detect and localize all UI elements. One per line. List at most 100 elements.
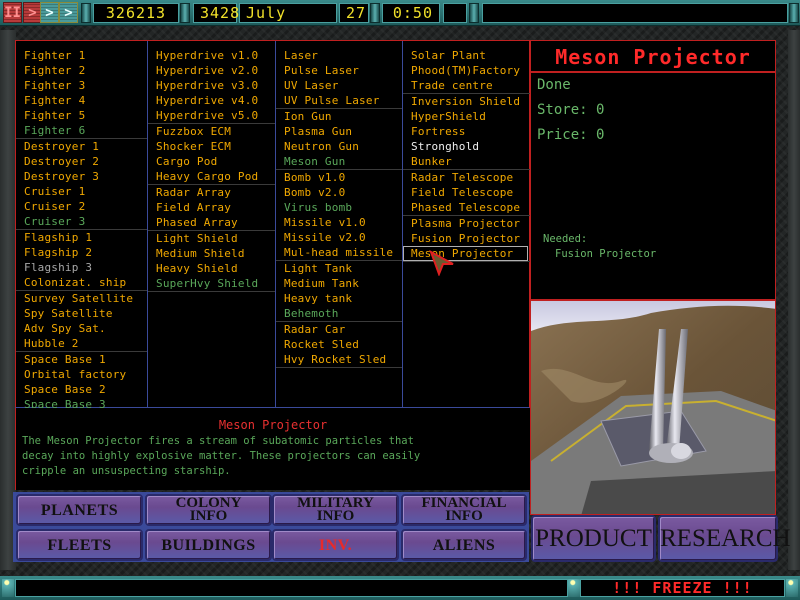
list-item[interactable]: Cruiser 2	[16, 199, 147, 214]
fast-forward-button[interactable]: >	[40, 2, 59, 23]
list-item[interactable]: Neutron Gun	[276, 139, 402, 154]
list-item[interactable]: Light Tank	[276, 261, 402, 276]
list-item[interactable]: Light Shield	[148, 231, 275, 246]
freeze-indicator: !!! FREEZE !!!	[580, 579, 785, 597]
colony-info-button[interactable]: COLONY INFO	[145, 494, 272, 526]
list-item[interactable]: Pulse Laser	[276, 63, 402, 78]
list-item[interactable]: Heavy Cargo Pod	[148, 169, 275, 184]
list-item[interactable]: Fusion Projector	[403, 231, 530, 246]
list-item[interactable]: Colonizat. ship	[16, 275, 147, 290]
list-item[interactable]: Radar Array	[148, 185, 275, 200]
separator	[81, 3, 91, 23]
list-item[interactable]: Rocket Sled	[276, 337, 402, 352]
list-item[interactable]: Bomb v2.0	[276, 185, 402, 200]
list-item[interactable]: Fighter 2	[16, 63, 147, 78]
list-item[interactable]: Cargo Pod	[148, 154, 275, 169]
list-item[interactable]: Space Base 1	[16, 352, 147, 367]
list-item[interactable]: Hyperdrive v1.0	[148, 48, 275, 63]
list-item[interactable]: Cruiser 1	[16, 184, 147, 199]
financial-info-button[interactable]: FINANCIAL INFO	[401, 494, 527, 526]
list-item[interactable]: Inversion Shield	[403, 94, 530, 109]
meson-projector-image	[531, 301, 775, 514]
list-item[interactable]: Meson Gun	[276, 154, 402, 169]
list-item[interactable]: Laser	[276, 48, 402, 63]
list-item[interactable]: Medium Tank	[276, 276, 402, 291]
list-item[interactable]: Flagship 1	[16, 230, 147, 245]
list-item[interactable]: Fighter 3	[16, 78, 147, 93]
list-item[interactable]: HyperShield	[403, 109, 530, 124]
planets-button[interactable]: PLANETS	[16, 494, 143, 526]
list-item[interactable]: Space Base 2	[16, 382, 147, 397]
list-item[interactable]: Solar Plant	[403, 48, 530, 63]
list-item[interactable]: Destroyer 1	[16, 139, 147, 154]
list-item[interactable]: Medium Shield	[148, 246, 275, 261]
list-item[interactable]: Destroyer 3	[16, 169, 147, 184]
buildings-button[interactable]: BUILDINGS	[145, 529, 272, 561]
credits-display: 326213	[93, 3, 179, 23]
list-item[interactable]: Heavy Shield	[148, 261, 275, 276]
list-item[interactable]: Survey Satellite	[16, 291, 147, 306]
status-bar: !!! FREEZE !!!	[0, 576, 800, 600]
list-group: Light Shield Medium Shield Heavy Shield Sup…	[148, 231, 275, 292]
list-item[interactable]: Bunker	[403, 154, 530, 169]
list-item[interactable]: Stronghold	[403, 139, 530, 154]
list-item[interactable]: Trade centre	[403, 78, 530, 93]
research-button[interactable]: RESEARCH	[658, 515, 791, 562]
list-item[interactable]: Missile v2.0	[276, 230, 402, 245]
list-item[interactable]: SuperHvy Shield	[148, 276, 275, 291]
list-item[interactable]: Plasma Gun	[276, 124, 402, 139]
list-item[interactable]: Hvy Rocket Sled	[276, 352, 402, 367]
list-item[interactable]: Fortress	[403, 124, 530, 139]
list-item[interactable]: Radar Car	[276, 322, 402, 337]
list-column-equipment: Hyperdrive v1.0 Hyperdrive v2.0 Hyperdrive…	[148, 41, 276, 408]
list-item[interactable]: Fighter 6	[16, 123, 147, 138]
faster-forward-button[interactable]: >	[59, 2, 78, 23]
list-item[interactable]: Hubble 2	[16, 336, 147, 351]
list-item[interactable]: Hyperdrive v3.0	[148, 78, 275, 93]
pause-button[interactable]: II	[3, 2, 22, 23]
list-item[interactable]: Destroyer 2	[16, 154, 147, 169]
fleets-button[interactable]: FLEETS	[16, 529, 143, 561]
product-button[interactable]: PRODUCT	[531, 515, 656, 562]
time-display: 0:50	[382, 3, 440, 23]
list-item[interactable]: UV Pulse Laser	[276, 93, 402, 108]
left-rail	[0, 30, 16, 570]
list-item[interactable]: Virus bomb	[276, 200, 402, 215]
list-item[interactable]: Mul-head missile	[276, 245, 402, 260]
list-item[interactable]: Fuzzbox ECM	[148, 124, 275, 139]
list-item[interactable]: Shocker ECM	[148, 139, 275, 154]
list-item[interactable]: Missile v1.0	[276, 215, 402, 230]
list-item[interactable]: Heavy tank	[276, 291, 402, 306]
aliens-button[interactable]: ALIENS	[401, 529, 527, 561]
list-item[interactable]: Flagship 3	[16, 260, 147, 275]
list-item[interactable]: Plasma Projector	[403, 216, 530, 231]
item-info-panel: Meson Projector Done Store: 0 Price: 0 N…	[530, 40, 776, 300]
military-info-button[interactable]: MILITARY INFO	[272, 494, 399, 526]
list-item-selected[interactable]: Meson Projector	[403, 246, 528, 261]
list-item[interactable]: Fighter 4	[16, 93, 147, 108]
list-item[interactable]: Fighter 5	[16, 108, 147, 123]
list-item[interactable]: Hyperdrive v4.0	[148, 93, 275, 108]
list-group: Solar Plant Phood(TM)Factory Trade centre	[403, 41, 530, 94]
list-item[interactable]: Fighter 1	[16, 48, 147, 63]
list-item[interactable]: Cruiser 3	[16, 214, 147, 229]
list-item[interactable]: Behemoth	[276, 306, 402, 321]
list-item[interactable]: Phased Telescope	[403, 200, 530, 215]
list-item[interactable]: Adv Spy Sat.	[16, 321, 147, 336]
list-item[interactable]: Spy Satellite	[16, 306, 147, 321]
list-item[interactable]: Flagship 2	[16, 245, 147, 260]
list-item[interactable]: Hyperdrive v2.0	[148, 63, 275, 78]
list-item[interactable]: UV Laser	[276, 78, 402, 93]
list-item[interactable]: Field Array	[148, 200, 275, 215]
list-item[interactable]: Hyperdrive v5.0	[148, 108, 275, 123]
list-item[interactable]: Orbital factory	[16, 367, 147, 382]
button-label: INFO	[316, 508, 355, 524]
inventions-button[interactable]: INV.	[272, 529, 399, 561]
button-label: PLANETS	[40, 501, 119, 519]
list-item[interactable]: Phased Array	[148, 215, 275, 230]
list-item[interactable]: Field Telescope	[403, 185, 530, 200]
list-item[interactable]: Phood(TM)Factory	[403, 63, 530, 78]
list-item[interactable]: Radar Telescope	[403, 170, 530, 185]
list-item[interactable]: Ion Gun	[276, 109, 402, 124]
list-item[interactable]: Bomb v1.0	[276, 170, 402, 185]
